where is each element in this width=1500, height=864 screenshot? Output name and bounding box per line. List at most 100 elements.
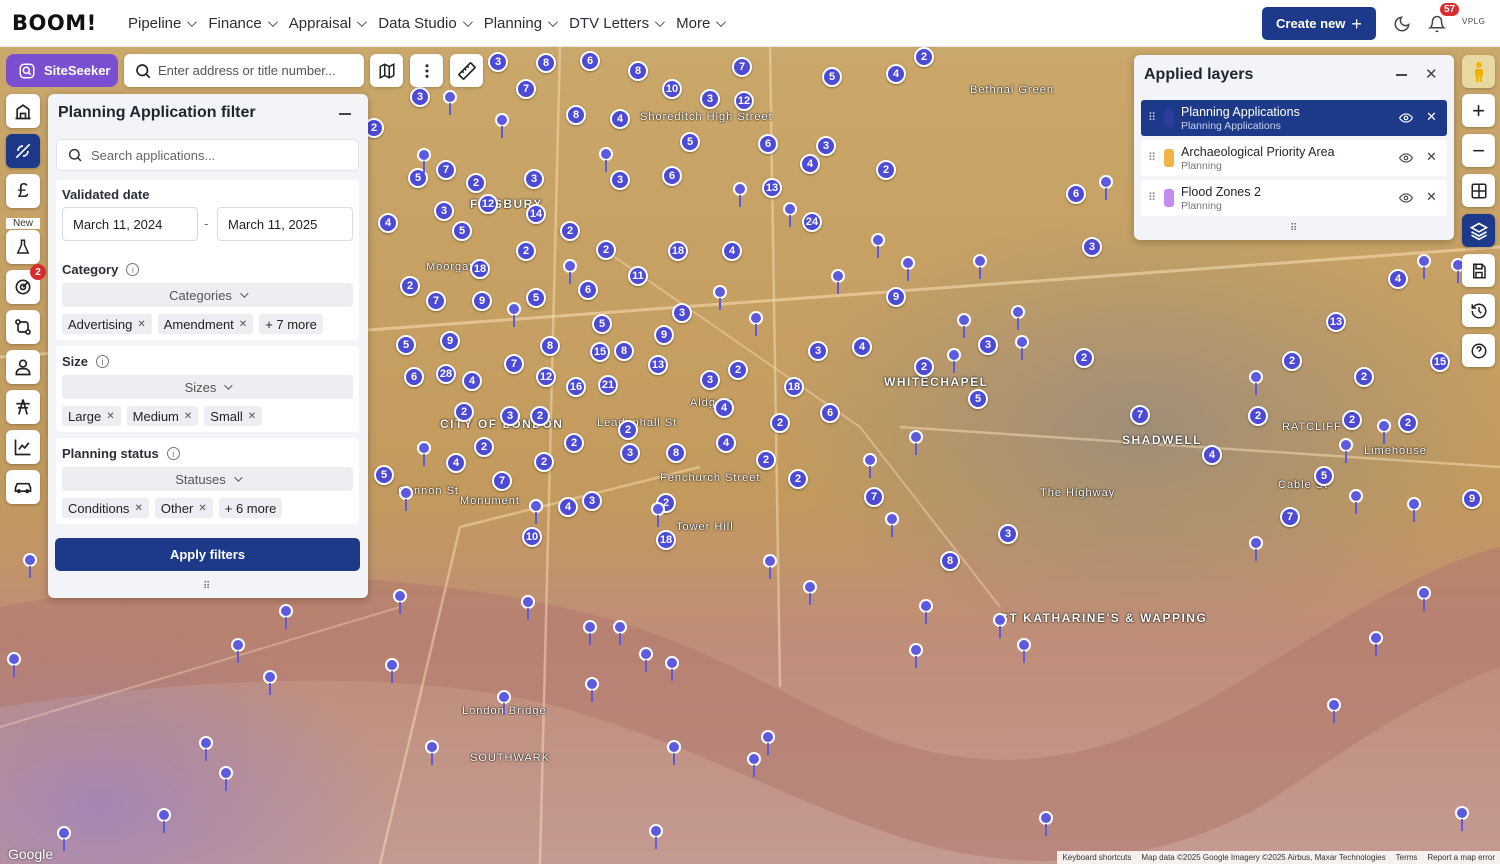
cluster-marker[interactable]: 2 bbox=[914, 47, 934, 67]
application-marker[interactable] bbox=[649, 824, 663, 849]
cluster-marker[interactable]: 5 bbox=[822, 67, 842, 87]
application-marker[interactable] bbox=[665, 656, 679, 681]
cluster-marker[interactable]: 3 bbox=[434, 201, 454, 221]
dark-mode-toggle[interactable] bbox=[1390, 12, 1414, 36]
user-avatar[interactable]: VPLG bbox=[1462, 17, 1485, 26]
nav-dtv-letters[interactable]: DTV Letters bbox=[569, 15, 665, 32]
grid-button[interactable] bbox=[1462, 174, 1495, 207]
cluster-marker[interactable]: 8 bbox=[666, 443, 686, 463]
cluster-marker[interactable]: 3 bbox=[610, 170, 630, 190]
application-marker[interactable] bbox=[993, 613, 1007, 638]
application-marker[interactable] bbox=[733, 182, 747, 207]
cluster-marker[interactable]: 2 bbox=[914, 357, 934, 377]
cluster-marker[interactable]: 3 bbox=[500, 406, 520, 426]
cluster-marker[interactable]: 5 bbox=[1314, 466, 1334, 486]
cluster-marker[interactable]: 2 bbox=[756, 450, 776, 470]
zoom-out-button[interactable]: − bbox=[1462, 134, 1495, 167]
report-error-link[interactable]: Report a map error bbox=[1427, 853, 1495, 862]
application-marker[interactable] bbox=[761, 730, 775, 755]
eye-icon[interactable] bbox=[1399, 191, 1413, 205]
cluster-marker[interactable]: 7 bbox=[1280, 507, 1300, 527]
apply-filters-button[interactable]: Apply filters bbox=[55, 538, 360, 571]
cluster-marker[interactable]: 3 bbox=[582, 491, 602, 511]
cluster-marker[interactable]: 3 bbox=[816, 136, 836, 156]
cluster-marker[interactable]: 2 bbox=[466, 173, 486, 193]
cluster-marker[interactable]: 6 bbox=[1066, 184, 1086, 204]
info-icon[interactable]: i bbox=[96, 355, 110, 368]
application-marker[interactable] bbox=[1327, 698, 1341, 723]
category-more-chip[interactable]: + 7 more bbox=[259, 314, 323, 334]
cluster-marker[interactable]: 2 bbox=[1074, 348, 1094, 368]
cluster-marker[interactable]: 2 bbox=[788, 469, 808, 489]
info-icon[interactable]: i bbox=[126, 263, 140, 276]
cluster-marker[interactable]: 13 bbox=[1326, 312, 1346, 332]
cluster-marker[interactable]: 5 bbox=[680, 132, 700, 152]
cluster-marker[interactable]: 4 bbox=[886, 64, 906, 84]
application-marker[interactable] bbox=[613, 620, 627, 645]
cluster-marker[interactable]: 3 bbox=[488, 52, 508, 72]
application-marker[interactable] bbox=[901, 256, 915, 281]
date-to-field[interactable]: March 11, 2025 bbox=[217, 207, 353, 241]
application-marker[interactable] bbox=[885, 512, 899, 537]
application-marker[interactable] bbox=[1369, 631, 1383, 656]
cluster-marker[interactable]: 8 bbox=[940, 551, 960, 571]
application-marker[interactable] bbox=[1039, 811, 1053, 836]
cluster-marker[interactable]: 8 bbox=[536, 53, 556, 73]
date-from-field[interactable]: March 11, 2024 bbox=[62, 207, 198, 241]
cluster-marker[interactable]: 8 bbox=[628, 61, 648, 81]
application-marker[interactable] bbox=[749, 311, 763, 336]
cluster-marker[interactable]: 5 bbox=[396, 335, 416, 355]
cluster-marker[interactable]: 21 bbox=[598, 375, 618, 395]
cluster-marker[interactable]: 2 bbox=[400, 276, 420, 296]
cluster-marker[interactable]: 12 bbox=[734, 91, 754, 111]
cluster-marker[interactable]: 3 bbox=[1082, 237, 1102, 257]
cluster-marker[interactable]: 4 bbox=[1388, 269, 1408, 289]
application-marker[interactable] bbox=[219, 766, 233, 791]
cluster-marker[interactable]: 18 bbox=[668, 241, 688, 261]
resize-grip-icon[interactable]: ⠿ bbox=[203, 581, 210, 592]
cluster-marker[interactable]: 7 bbox=[436, 160, 456, 180]
cluster-marker[interactable]: 5 bbox=[592, 314, 612, 334]
cluster-marker[interactable]: 4 bbox=[1202, 445, 1222, 465]
layer-archaeological-priority-area[interactable]: ⠿ Archaeological Priority Area Planning … bbox=[1141, 140, 1447, 176]
cluster-marker[interactable]: 10 bbox=[522, 527, 542, 547]
application-marker[interactable] bbox=[279, 604, 293, 629]
application-marker[interactable] bbox=[831, 269, 845, 294]
rail-planning-button[interactable] bbox=[6, 134, 40, 168]
remove-layer-icon[interactable]: ✕ bbox=[1426, 189, 1437, 205]
application-marker[interactable] bbox=[763, 554, 777, 579]
cluster-marker[interactable]: 3 bbox=[998, 524, 1018, 544]
cluster-marker[interactable]: 2 bbox=[1342, 410, 1362, 430]
rail-utilities-button[interactable] bbox=[6, 390, 40, 424]
application-marker[interactable] bbox=[231, 638, 245, 663]
application-marker[interactable] bbox=[385, 658, 399, 683]
application-marker[interactable] bbox=[497, 690, 511, 715]
application-marker[interactable] bbox=[393, 589, 407, 614]
more-options-button[interactable] bbox=[410, 54, 443, 87]
cluster-marker[interactable]: 3 bbox=[700, 89, 720, 109]
cluster-marker[interactable]: 13 bbox=[648, 355, 668, 375]
app-logo[interactable]: BOOM! bbox=[12, 11, 112, 35]
application-marker[interactable] bbox=[583, 620, 597, 645]
cluster-marker[interactable]: 2 bbox=[516, 241, 536, 261]
cluster-marker[interactable]: 3 bbox=[808, 341, 828, 361]
cluster-marker[interactable]: 3 bbox=[978, 335, 998, 355]
application-marker[interactable] bbox=[199, 736, 213, 761]
nav-appraisal[interactable]: Appraisal bbox=[289, 15, 368, 32]
application-marker[interactable] bbox=[747, 752, 761, 777]
nav-pipeline[interactable]: Pipeline bbox=[128, 15, 198, 32]
eye-icon[interactable] bbox=[1399, 111, 1413, 125]
application-marker[interactable] bbox=[713, 285, 727, 310]
cluster-marker[interactable]: 4 bbox=[714, 398, 734, 418]
cluster-marker[interactable]: 18 bbox=[784, 377, 804, 397]
application-marker[interactable] bbox=[1015, 335, 1029, 360]
cluster-marker[interactable]: 6 bbox=[758, 134, 778, 154]
cluster-marker[interactable]: 2 bbox=[1398, 413, 1418, 433]
cluster-marker[interactable]: 2 bbox=[530, 406, 550, 426]
cluster-marker[interactable]: 6 bbox=[820, 403, 840, 423]
application-marker[interactable] bbox=[1017, 638, 1031, 663]
cluster-marker[interactable]: 3 bbox=[700, 370, 720, 390]
cluster-marker[interactable]: 15 bbox=[1430, 352, 1450, 372]
application-marker[interactable] bbox=[1011, 305, 1025, 330]
application-marker[interactable] bbox=[919, 599, 933, 624]
